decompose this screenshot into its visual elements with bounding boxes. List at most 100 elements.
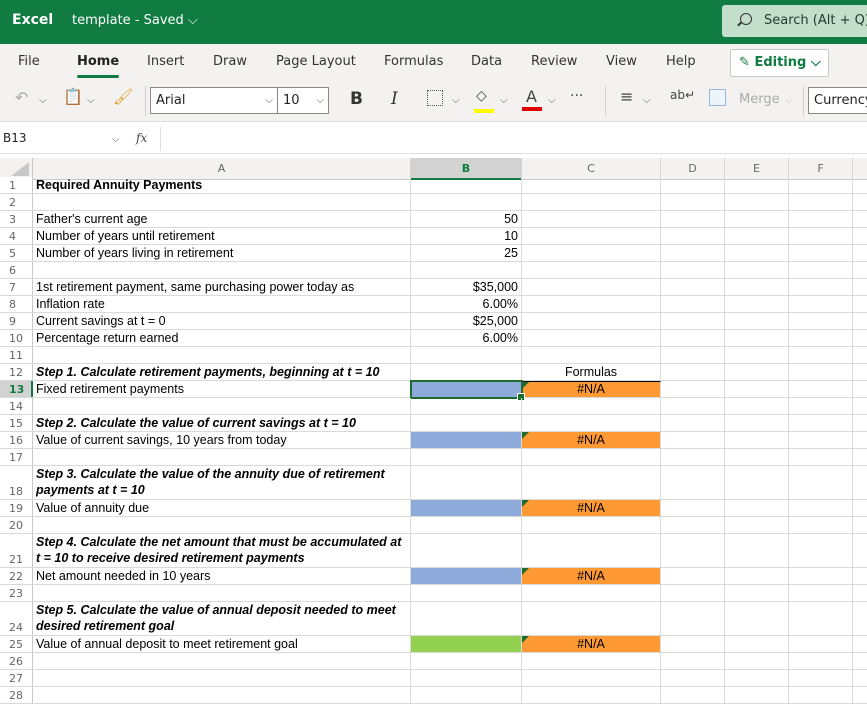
row-header[interactable]: 6 [0, 262, 33, 278]
row-header[interactable]: 14 [0, 398, 33, 414]
cell-a1[interactable]: Required Annuity Payments [33, 177, 411, 193]
cell-e3[interactable] [725, 211, 789, 227]
cell-f22[interactable] [789, 568, 853, 584]
cell-a18[interactable]: Step 3. Calculate the value of the annui… [33, 466, 411, 499]
tab-view[interactable]: View [606, 54, 637, 69]
cell-e7[interactable] [725, 279, 789, 295]
cell-c6[interactable] [522, 262, 661, 278]
cell-d11[interactable] [661, 347, 725, 363]
cell-e26[interactable] [725, 653, 789, 669]
cell-b10[interactable]: 6.00% [411, 330, 522, 346]
chevron-down-icon[interactable]: ⌵ [39, 95, 47, 106]
cell-a28[interactable] [33, 687, 411, 703]
cell-e22[interactable] [725, 568, 789, 584]
row-header[interactable]: 1 [0, 177, 33, 193]
cell-c18[interactable] [522, 466, 661, 499]
cell-a13[interactable]: Fixed retirement payments [33, 381, 411, 397]
cell-e8[interactable] [725, 296, 789, 312]
cell-b15[interactable] [411, 415, 522, 431]
cell-g21[interactable] [853, 534, 867, 567]
chevron-down-icon[interactable]: ⌵ [500, 95, 508, 106]
cell-a8[interactable]: Inflation rate [33, 296, 411, 312]
cell-a24[interactable]: Step 5. Calculate the value of annual de… [33, 602, 411, 635]
cell-a3[interactable]: Father's current age [33, 211, 411, 227]
cell-f23[interactable] [789, 585, 853, 601]
row-header[interactable]: 11 [0, 347, 33, 363]
cell-g25[interactable] [853, 636, 867, 652]
cell-e1[interactable] [725, 177, 789, 193]
cell-d25[interactable] [661, 636, 725, 652]
chevron-down-icon[interactable]: ⌵ [643, 95, 651, 106]
cell-b9[interactable]: $25,000 [411, 313, 522, 329]
cell-d28[interactable] [661, 687, 725, 703]
cell-e19[interactable] [725, 500, 789, 516]
merge-button[interactable]: Merge [739, 92, 780, 107]
row-header[interactable]: 27 [0, 670, 33, 686]
cell-g5[interactable] [853, 245, 867, 261]
cell-f1[interactable] [789, 177, 853, 193]
cell-g10[interactable] [853, 330, 867, 346]
cell-f8[interactable] [789, 296, 853, 312]
cell-e25[interactable] [725, 636, 789, 652]
tab-data[interactable]: Data [471, 54, 502, 69]
row-header[interactable]: 28 [0, 687, 33, 703]
row-header[interactable]: 23 [0, 585, 33, 601]
cell-c3[interactable] [522, 211, 661, 227]
cell-g26[interactable] [853, 653, 867, 669]
cell-e20[interactable] [725, 517, 789, 533]
tab-insert[interactable]: Insert [147, 54, 184, 69]
cell-c23[interactable] [522, 585, 661, 601]
cell-e23[interactable] [725, 585, 789, 601]
cell-e4[interactable] [725, 228, 789, 244]
cell-a22[interactable]: Net amount needed in 10 years [33, 568, 411, 584]
cell-b21[interactable] [411, 534, 522, 567]
cell-f6[interactable] [789, 262, 853, 278]
borders-icon[interactable] [427, 90, 443, 106]
cell-f27[interactable] [789, 670, 853, 686]
cell-e11[interactable] [725, 347, 789, 363]
cell-g23[interactable] [853, 585, 867, 601]
cell-b17[interactable] [411, 449, 522, 465]
cell-f5[interactable] [789, 245, 853, 261]
cell-e13[interactable] [725, 381, 789, 397]
row-header[interactable]: 7 [0, 279, 33, 295]
chevron-down-icon[interactable]: ⌵ [548, 95, 556, 106]
cell-f2[interactable] [789, 194, 853, 210]
cell-c7[interactable] [522, 279, 661, 295]
cell-g1[interactable] [853, 177, 867, 193]
cell-g28[interactable] [853, 687, 867, 703]
cell-g17[interactable] [853, 449, 867, 465]
row-header[interactable]: 4 [0, 228, 33, 244]
cell-c24[interactable] [522, 602, 661, 635]
cell-f25[interactable] [789, 636, 853, 652]
cell-a5[interactable]: Number of years living in retirement [33, 245, 411, 261]
cell-g16[interactable] [853, 432, 867, 448]
tab-help[interactable]: Help [666, 54, 696, 69]
cell-d9[interactable] [661, 313, 725, 329]
cell-g8[interactable] [853, 296, 867, 312]
tab-home[interactable]: Home [77, 54, 120, 78]
cell-d27[interactable] [661, 670, 725, 686]
cell-e16[interactable] [725, 432, 789, 448]
cell-f15[interactable] [789, 415, 853, 431]
cell-b4[interactable]: 10 [411, 228, 522, 244]
cell-g27[interactable] [853, 670, 867, 686]
cell-b20[interactable] [411, 517, 522, 533]
cell-b3[interactable]: 50 [411, 211, 522, 227]
font-color-icon[interactable]: A [526, 87, 537, 106]
cell-c15[interactable] [522, 415, 661, 431]
cell-d3[interactable] [661, 211, 725, 227]
cell-b16[interactable] [411, 432, 522, 448]
row-header[interactable]: 13 [0, 381, 33, 397]
row-header[interactable]: 5 [0, 245, 33, 261]
cell-d19[interactable] [661, 500, 725, 516]
cell-b12[interactable] [411, 364, 522, 380]
row-header[interactable]: 26 [0, 653, 33, 669]
cell-a26[interactable] [33, 653, 411, 669]
row-header[interactable]: 16 [0, 432, 33, 448]
cell-g22[interactable] [853, 568, 867, 584]
cell-e9[interactable] [725, 313, 789, 329]
chevron-down-icon[interactable]: ⌵ [452, 95, 460, 106]
cell-g3[interactable] [853, 211, 867, 227]
document-title[interactable]: template - Saved ⌵ [72, 13, 198, 28]
